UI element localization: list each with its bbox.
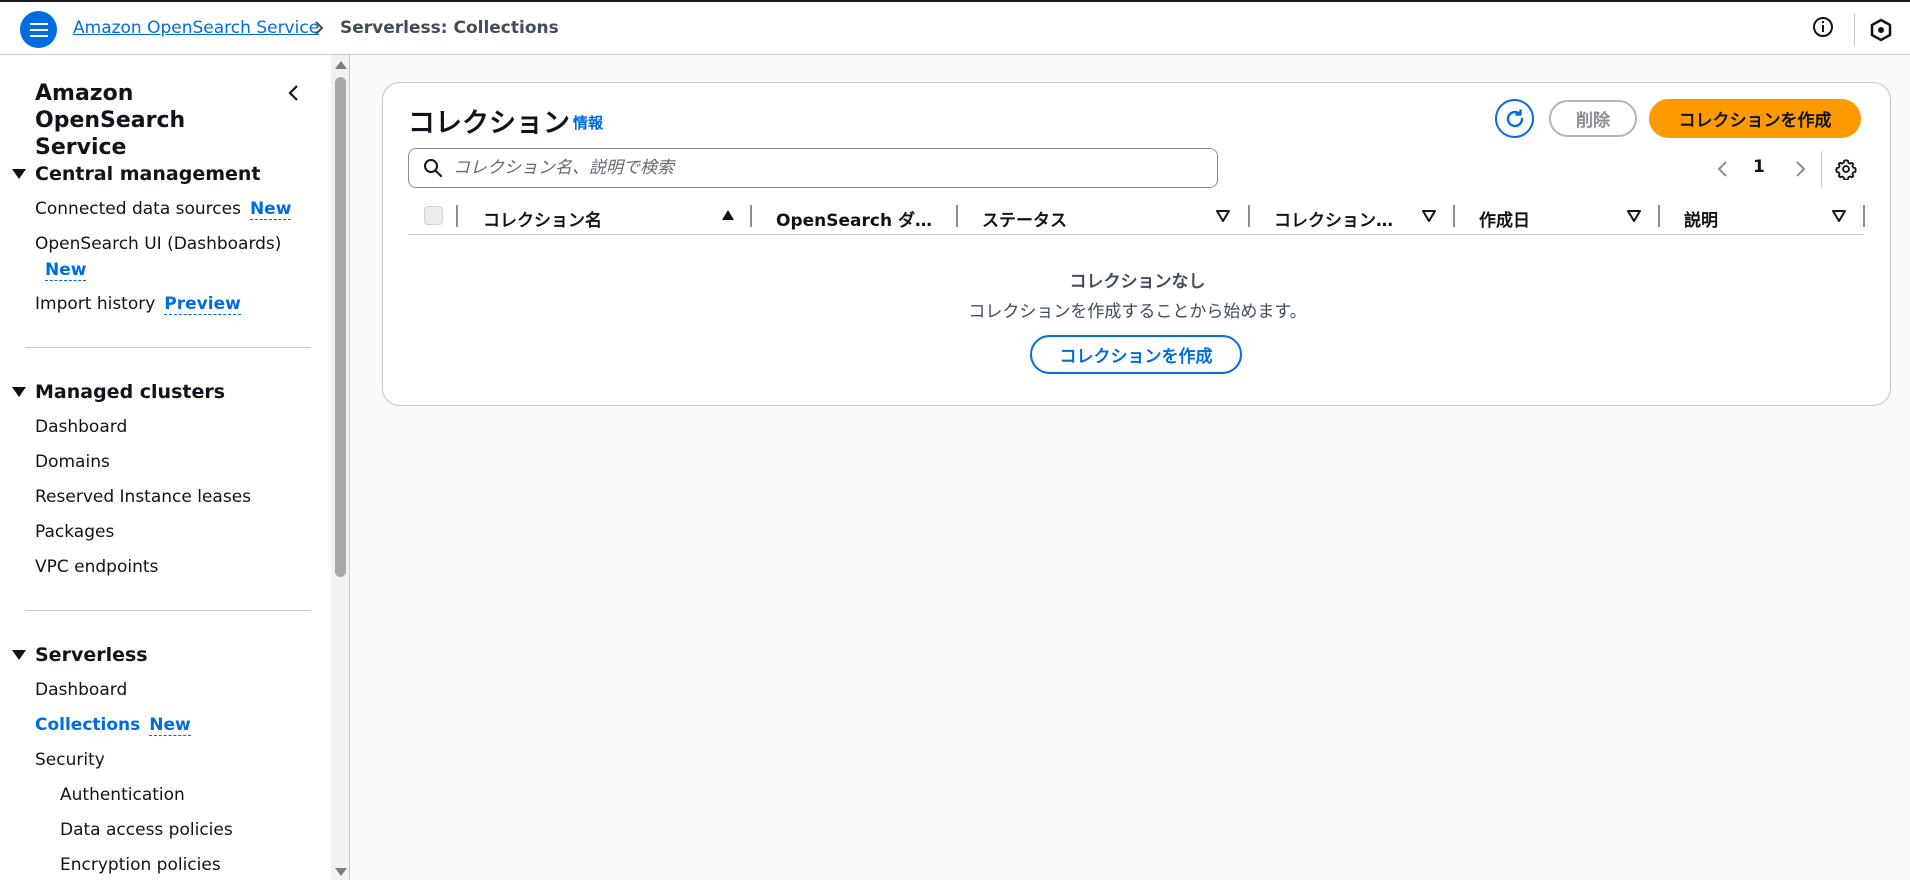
search-field[interactable] — [408, 148, 1218, 188]
sidebar-item-security[interactable]: Security — [35, 750, 105, 770]
refresh-icon — [1506, 109, 1523, 127]
new-badge[interactable]: New — [149, 715, 191, 736]
info-link[interactable]: 情報 — [573, 112, 603, 133]
sidebar-item-data-access-policies[interactable]: Data access policies — [60, 820, 233, 840]
scroll-down-arrow-icon[interactable] — [335, 868, 347, 876]
empty-state-description: コレクションを作成することから始めます。 — [968, 302, 1307, 322]
section-managed-clusters[interactable]: Managed clusters — [12, 381, 225, 403]
caret-down-icon — [12, 169, 26, 179]
column-header-collection-type[interactable]: コレクション… — [1274, 206, 1393, 231]
sidebar-item-authentication[interactable]: Authentication — [60, 785, 185, 805]
sidebar-item-domains[interactable]: Domains — [35, 452, 110, 472]
sidebar-item-opensearch-ui-badge-row: New — [36, 260, 87, 281]
column-divider — [956, 205, 958, 227]
breadcrumb-current: Serverless: Collections — [340, 18, 559, 38]
delete-button[interactable]: 削除 — [1549, 100, 1637, 137]
column-divider — [750, 205, 752, 227]
previous-page-icon[interactable] — [1716, 159, 1730, 179]
new-badge[interactable]: New — [249, 199, 292, 220]
current-page-number[interactable]: 1 — [1753, 157, 1765, 177]
menu-button[interactable] — [20, 11, 57, 48]
sidebar-item-reserved-instance-leases[interactable]: Reserved Instance leases — [35, 487, 251, 507]
column-divider — [1453, 205, 1455, 227]
sort-descending-icon[interactable] — [1216, 210, 1230, 222]
new-badge[interactable]: New — [45, 260, 87, 281]
next-page-icon[interactable] — [1793, 159, 1807, 179]
chevron-right-icon — [315, 21, 324, 35]
gear-icon[interactable] — [1835, 158, 1857, 180]
section-label: Central management — [35, 163, 261, 185]
refresh-button[interactable] — [1495, 99, 1534, 138]
column-divider — [1863, 205, 1865, 227]
create-collection-button[interactable]: コレクションを作成 — [1649, 99, 1861, 138]
empty-state-title: コレクションなし — [1069, 272, 1206, 292]
sidebar-item-vpc-endpoints[interactable]: VPC endpoints — [35, 557, 158, 577]
scroll-up-arrow-icon[interactable] — [335, 61, 347, 69]
page-title: コレクション — [408, 108, 570, 139]
sort-descending-icon[interactable] — [1832, 210, 1846, 222]
chevron-left-icon[interactable] — [285, 83, 303, 103]
column-header-description[interactable]: 説明 — [1684, 206, 1718, 231]
preview-badge[interactable]: Preview — [164, 294, 241, 315]
select-all-checkbox[interactable] — [424, 206, 443, 225]
column-divider — [456, 205, 458, 227]
sidebar-item-collections[interactable]: Collections New — [35, 715, 191, 736]
menu-icon — [29, 22, 48, 37]
search-input[interactable] — [453, 158, 1193, 178]
pagination-separator — [1821, 151, 1822, 187]
sidebar-item-connected-data-sources[interactable]: Connected data sources New — [35, 199, 292, 220]
sidebar-item-import-history[interactable]: Import history Preview — [35, 294, 241, 315]
breadcrumb-root-link[interactable]: Amazon OpenSearch Service — [73, 18, 319, 38]
sidebar-divider — [25, 347, 311, 348]
column-divider — [1248, 205, 1250, 227]
sidebar-item-serverless-dashboard[interactable]: Dashboard — [35, 680, 127, 700]
column-header-status[interactable]: ステータス — [982, 206, 1067, 231]
column-header-created-date[interactable]: 作成日 — [1479, 206, 1530, 231]
info-icon[interactable] — [1812, 16, 1834, 38]
sidebar-title: Amazon OpenSearch Service — [35, 81, 186, 160]
section-label: Managed clusters — [35, 381, 226, 403]
sidebar-item-label: OpenSearch UI (Dashboards) — [35, 234, 282, 254]
caret-down-icon — [12, 387, 26, 397]
table-header: コレクション名 OpenSearch ダ… ステータス コレクション… 作成日 … — [408, 197, 1865, 235]
sidebar-item-label: Collections — [35, 715, 141, 735]
column-header-collection-name[interactable]: コレクション名 — [483, 206, 602, 231]
sidebar-item-label: Import history — [35, 294, 156, 314]
caret-down-icon — [12, 650, 26, 660]
section-central-management[interactable]: Central management — [12, 163, 261, 185]
section-serverless[interactable]: Serverless — [12, 644, 148, 666]
search-icon — [424, 159, 443, 178]
sidebar-item-packages[interactable]: Packages — [35, 522, 114, 542]
sidebar-item-label: Connected data sources — [35, 199, 241, 219]
sidebar-divider — [25, 610, 311, 611]
collections-table-container: コレクション 情報 削除 コレクションを作成 1 — [382, 82, 1891, 406]
section-label: Serverless — [35, 644, 148, 666]
top-separator — [1854, 14, 1855, 46]
side-navigation: Amazon OpenSearch Service Central manage… — [0, 55, 350, 880]
hexagon-icon[interactable] — [1870, 18, 1892, 42]
sort-descending-icon[interactable] — [1627, 210, 1641, 222]
top-navigation: Amazon OpenSearch Service Serverless: Co… — [0, 0, 1910, 55]
scroll-thumb[interactable] — [335, 77, 346, 577]
sort-descending-icon[interactable] — [1422, 210, 1436, 222]
sidebar-scrollbar[interactable] — [331, 55, 349, 880]
sort-ascending-icon[interactable] — [722, 210, 734, 220]
column-header-opensearch-dashboards[interactable]: OpenSearch ダ… — [776, 206, 932, 231]
main-content: コレクション 情報 削除 コレクションを作成 1 — [351, 55, 1910, 880]
sidebar-item-encryption-policies[interactable]: Encryption policies — [60, 855, 221, 875]
column-divider — [1658, 205, 1660, 227]
sidebar-item-managed-dashboard[interactable]: Dashboard — [35, 417, 127, 437]
empty-create-collection-button[interactable]: コレクションを作成 — [1030, 335, 1242, 374]
sidebar-item-opensearch-ui[interactable]: OpenSearch UI (Dashboards) — [35, 234, 281, 254]
